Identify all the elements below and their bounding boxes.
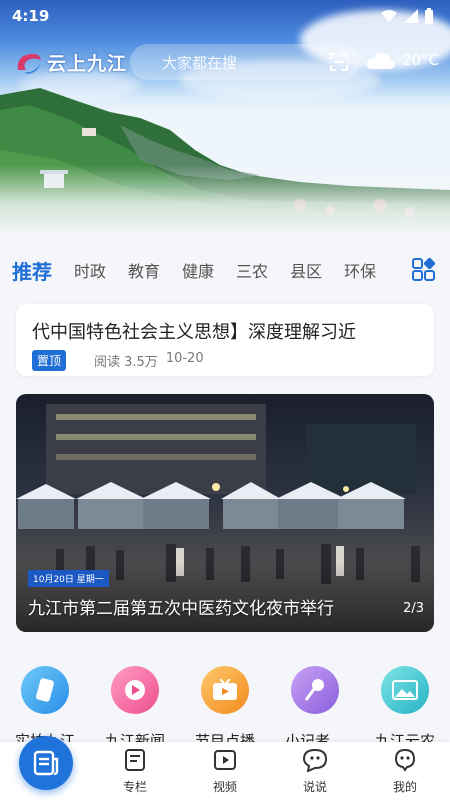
- nav-home-button[interactable]: [19, 736, 73, 790]
- nav-profile[interactable]: 我的: [360, 748, 450, 795]
- quick-entry-news[interactable]: 九江新闻: [90, 660, 180, 751]
- quick-entry-agri[interactable]: 九江云农: [360, 660, 450, 751]
- carousel-title: 九江市第二届第五次中医药文化夜市举行: [28, 599, 334, 619]
- pinned-article-meta: 阅读 3.5万 10-20: [94, 351, 204, 370]
- scan-icon[interactable]: [330, 53, 348, 71]
- app-logo[interactable]: 云上九江: [14, 48, 127, 76]
- news-carousel[interactable]: 10月20日 星期一 九江市第二届第五次中医药文化夜市举行 2/3: [16, 394, 434, 632]
- news-play-icon: [111, 666, 159, 714]
- logo-mark-icon: [17, 53, 41, 74]
- weather-temperature: 20°C: [402, 51, 440, 69]
- quick-entry-reporter[interactable]: 小记者…: [270, 660, 360, 751]
- logo-text: 云上九江: [47, 52, 128, 75]
- quick-entries: 实拍九江 九江新闻 节目点播 小记者… 九江云农: [0, 660, 450, 750]
- search-bar[interactable]: 大家都在搜: [130, 44, 360, 80]
- status-bar: 4:19: [0, 0, 450, 32]
- tab-agriculture[interactable]: 三农: [236, 258, 268, 282]
- search-placeholder: 大家都在搜: [162, 53, 238, 72]
- channel-tabs: 推荐 时政 教育 健康 三农 县区 环保: [0, 252, 450, 288]
- column-icon: [125, 749, 145, 771]
- home-news-icon: [33, 750, 59, 776]
- tab-education[interactable]: 教育: [128, 258, 160, 282]
- header-banner: [0, 0, 450, 235]
- nav-column[interactable]: 专栏: [90, 748, 180, 795]
- microphone-icon: [291, 666, 339, 714]
- nav-label: 视频: [212, 780, 237, 794]
- phone-icon: [21, 666, 69, 714]
- nav-label: 我的: [392, 780, 417, 794]
- top-bar: 云上九江 大家都在搜 20°C: [0, 44, 450, 80]
- quick-entry-vod[interactable]: 节目点播: [180, 660, 270, 751]
- landscape-icon: [381, 666, 429, 714]
- carousel-date-tag: 10月20日 星期一: [28, 570, 109, 587]
- chat-icon: [302, 748, 328, 773]
- channel-grid-icon[interactable]: [412, 258, 436, 282]
- pinned-badge: 置顶: [32, 350, 67, 371]
- tab-health[interactable]: 健康: [182, 258, 214, 282]
- battery-icon: [425, 8, 433, 24]
- night-market-tents: [16, 482, 406, 529]
- profile-icon: [394, 748, 416, 772]
- signal-icon: [404, 9, 418, 23]
- weather-widget[interactable]: 20°C: [366, 50, 439, 70]
- nav-label: 专栏: [122, 780, 147, 794]
- tab-counties[interactable]: 县区: [290, 258, 322, 282]
- wifi-icon: [381, 10, 397, 22]
- tab-recommend[interactable]: 推荐: [12, 256, 52, 285]
- pinned-article-title: 代中国特色社会主义思想】深度理解习近: [32, 322, 356, 343]
- read-count: 阅读 3.5万: [94, 355, 158, 370]
- status-icons: [380, 8, 434, 24]
- bottom-navigation: 专栏 视频 说说 我的: [0, 736, 450, 800]
- pinned-article-card[interactable]: 代中国特色社会主义思想】深度理解习近 置顶 阅读 3.5万 10-20: [16, 304, 434, 376]
- status-time: 4:19: [12, 7, 50, 25]
- cloud-icon: [366, 52, 396, 69]
- nav-chat[interactable]: 说说: [270, 748, 360, 795]
- nav-label: 说说: [302, 780, 327, 794]
- carousel-page-indicator: 2/3: [403, 601, 424, 616]
- publish-date: 10-20: [165, 351, 204, 366]
- video-icon: [214, 750, 236, 770]
- tv-icon: [201, 666, 249, 714]
- nav-video[interactable]: 视频: [180, 748, 270, 795]
- tab-politics[interactable]: 时政: [74, 258, 106, 282]
